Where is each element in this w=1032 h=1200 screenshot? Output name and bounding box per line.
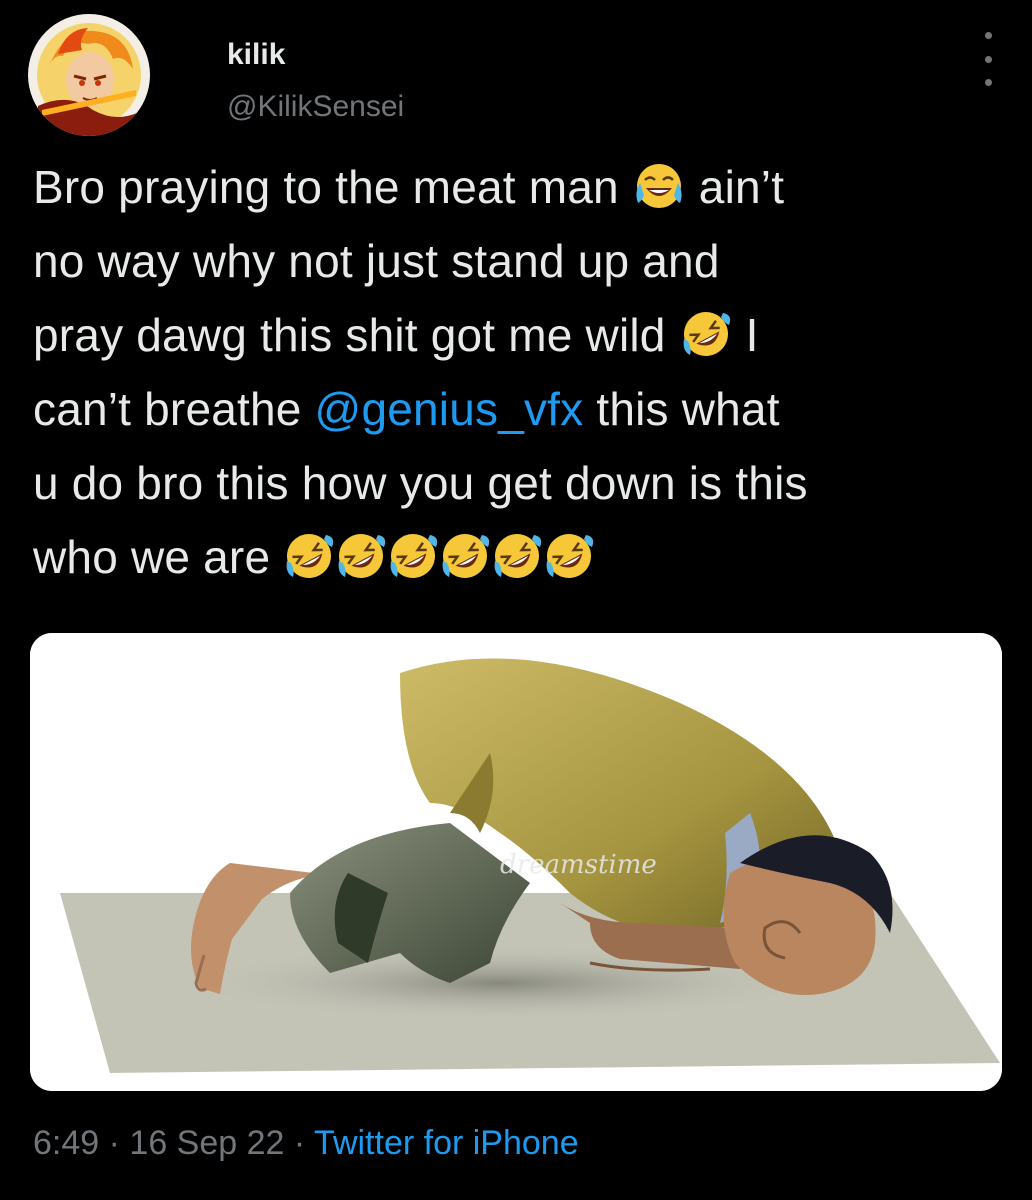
tweet-line-1: Bro praying to the meat man ain’t bbox=[33, 150, 1008, 224]
tweet-meta: 6:49 · 16 Sep 22 · Twitter for iPhone bbox=[33, 1124, 579, 1163]
separator: · bbox=[284, 1124, 315, 1162]
tweet-line-5: u do bro this how you get down is this bbox=[33, 457, 808, 509]
tweet-date[interactable]: 16 Sep 22 bbox=[129, 1124, 284, 1162]
rolling-on-the-floor-laughing-icon bbox=[336, 531, 386, 581]
rolling-on-the-floor-laughing-icon bbox=[284, 531, 334, 581]
tweet-line-4: can’t breathe @genius_vfx this what bbox=[33, 372, 1008, 446]
mention-link[interactable]: @genius_vfx bbox=[315, 383, 584, 435]
tweet-media-image[interactable]: dreamstime bbox=[30, 633, 1002, 1091]
tweet-header: kilik @KilikSensei bbox=[28, 14, 1004, 136]
tweet-time[interactable]: 6:49 bbox=[33, 1124, 99, 1162]
more-options-icon[interactable] bbox=[976, 32, 1000, 86]
avatar[interactable] bbox=[28, 14, 150, 136]
display-name[interactable]: kilik bbox=[227, 38, 285, 72]
handle[interactable]: @KilikSensei bbox=[227, 90, 404, 124]
tweet-text: Bro praying to the meat man ain’t no way… bbox=[33, 150, 1008, 594]
tweet-text-segment: who we are bbox=[33, 531, 271, 583]
tweet-source-link[interactable]: Twitter for iPhone bbox=[314, 1124, 579, 1162]
rolling-on-the-floor-laughing-icon bbox=[681, 309, 731, 359]
separator: · bbox=[99, 1124, 130, 1162]
tweet-text-segment: this what bbox=[596, 383, 780, 435]
rolling-on-the-floor-laughing-icon bbox=[544, 531, 594, 581]
tweet-text-segment: can’t breathe bbox=[33, 383, 302, 435]
watermark-text: dreamstime bbox=[500, 850, 657, 880]
tweet-line-3: pray dawg this shit got me wild I bbox=[33, 298, 1008, 372]
face-with-tears-of-joy-icon bbox=[634, 161, 684, 211]
tweet-text-segment: ain’t bbox=[698, 161, 785, 213]
rolling-on-the-floor-laughing-icon bbox=[388, 531, 438, 581]
rolling-on-the-floor-laughing-icon bbox=[492, 531, 542, 581]
rolling-on-the-floor-laughing-icon bbox=[440, 531, 490, 581]
tweet-text-segment: I bbox=[745, 309, 759, 361]
tweet-line-6: who we are bbox=[33, 520, 1008, 594]
tweet-line-2: no way why not just stand up and bbox=[33, 235, 720, 287]
tweet-text-segment: Bro praying to the meat man bbox=[33, 161, 619, 213]
tweet-text-segment: pray dawg this shit got me wild bbox=[33, 309, 666, 361]
